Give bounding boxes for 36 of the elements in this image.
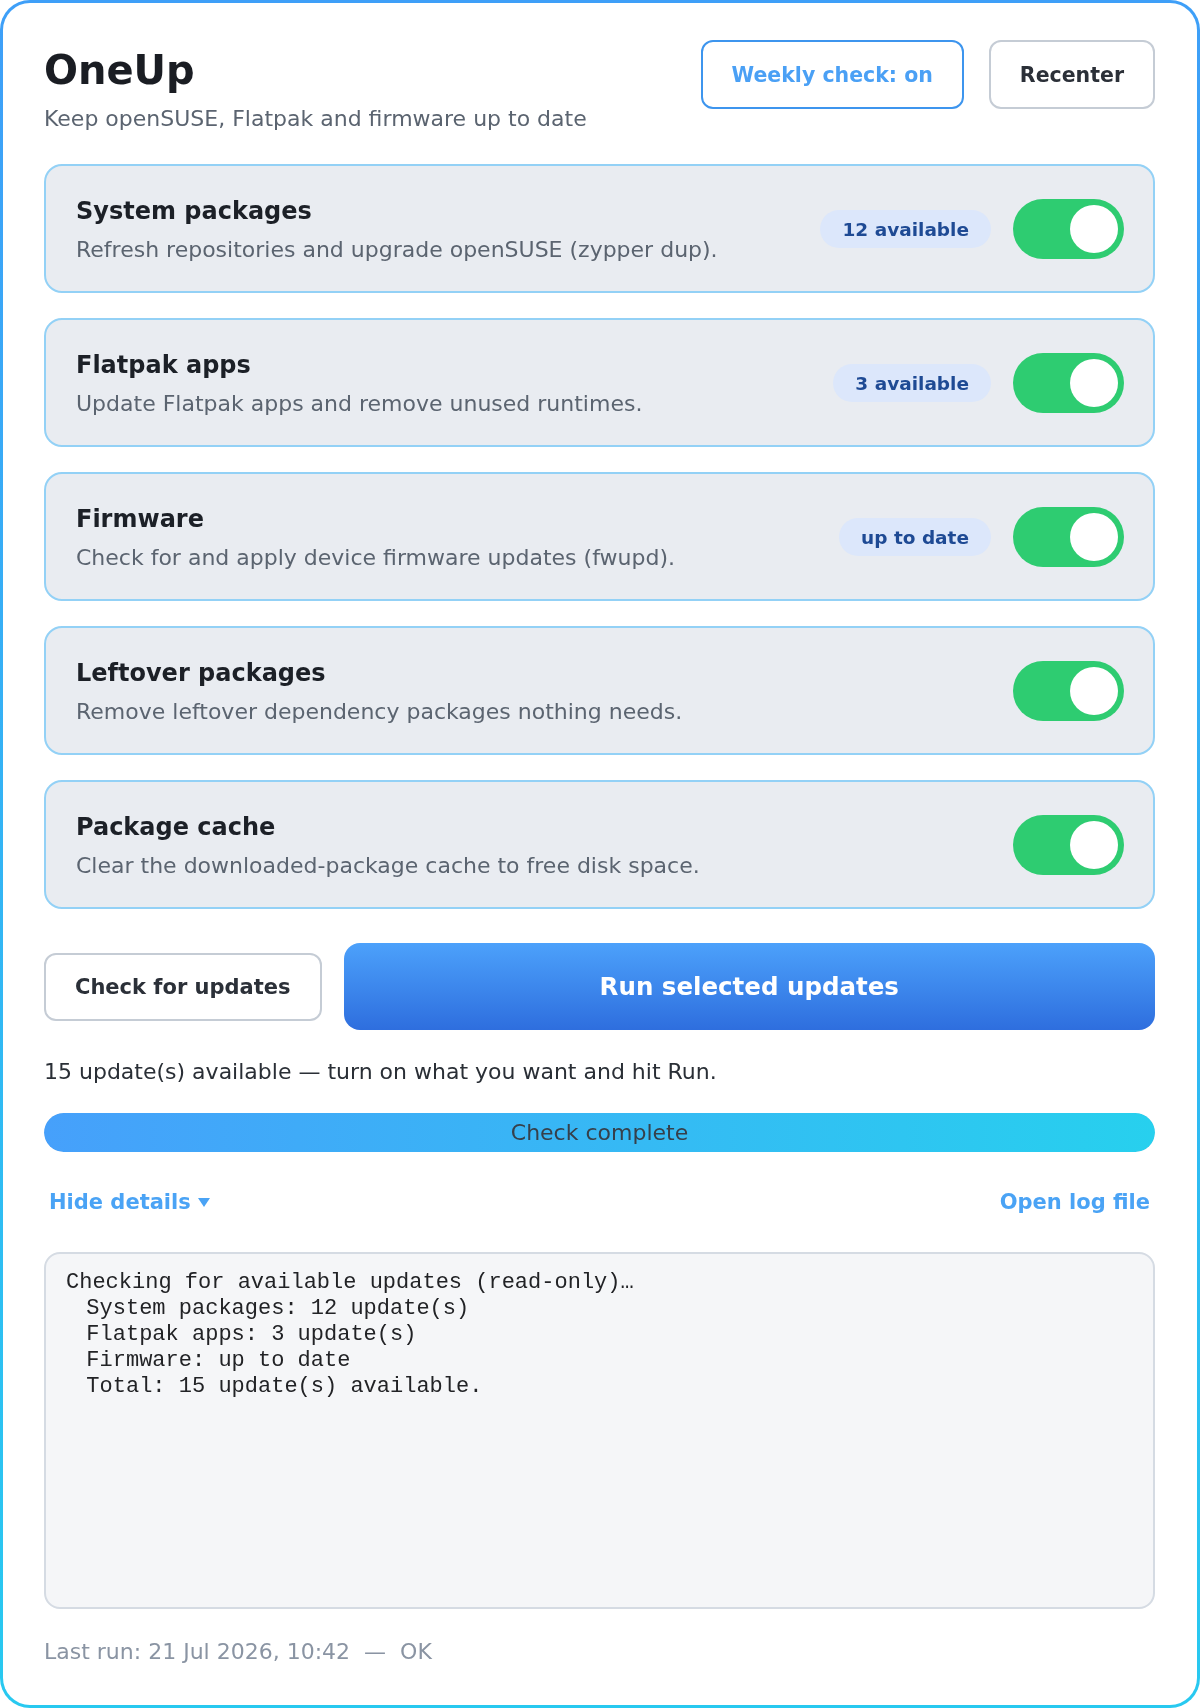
toggle-switch[interactable] [1013,507,1124,567]
toggle-switch[interactable] [1013,199,1124,259]
task-description: Refresh repositories and upgrade openSUSE (zypper dup). [76,236,718,264]
task-description: Check for and apply device firmware updates (fwupd). [76,544,675,572]
app-title: OneUp [44,46,195,94]
open-log-link[interactable]: Open log file [999,1187,1150,1217]
progress-label: Check complete [510,1118,689,1147]
check-updates-button[interactable]: Check for updates [44,952,322,1021]
update-count-badge: 3 available [833,364,991,402]
update-count-badge: up to date [839,518,991,556]
update-count-badge: 12 available [820,210,991,248]
task-title: Package cache [76,812,276,843]
log-line: Checking for available updates (read-only)… [66,1270,634,1296]
toggle-switch[interactable] [1013,353,1124,413]
last-run-text: Last run: 21 Jul 2026, 10:42 [44,1638,351,1666]
task-title: Flatpak apps [76,350,251,381]
task-description: Remove leftover dependency packages nothing needs. [76,698,683,726]
task-title: Firmware [76,504,204,535]
run-updates-button[interactable]: Run selected updates [343,943,1155,1030]
log-line: Firmware: up to date [86,1348,351,1374]
app-subtitle: Keep openSUSE, Flatpak and firmware up to date [44,105,587,133]
recenter-button[interactable]: Recenter [988,40,1155,109]
log-line: System packages: 12 update(s) [86,1296,470,1322]
task-description: Update Flatpak apps and remove unused runtimes. [76,390,643,418]
hide-details-link[interactable]: Hide details [49,1187,210,1217]
weekly-check-button[interactable]: Weekly check: on [700,40,964,109]
log-line: Flatpak apps: 3 update(s) [86,1322,417,1348]
task-description: Clear the downloaded-package cache to free disk space. [76,852,700,880]
task-title: System packages [76,196,312,227]
result-text: OK [400,1638,432,1666]
toggle-switch[interactable] [1013,815,1124,875]
separator-dash: — [364,1638,387,1666]
log-line: Total: 15 update(s) available. [86,1374,483,1400]
status-message: 15 update(s) available — turn on what you want and hit Run. [44,1058,717,1086]
task-title: Leftover packages [76,658,326,689]
toggle-switch[interactable] [1013,661,1124,721]
